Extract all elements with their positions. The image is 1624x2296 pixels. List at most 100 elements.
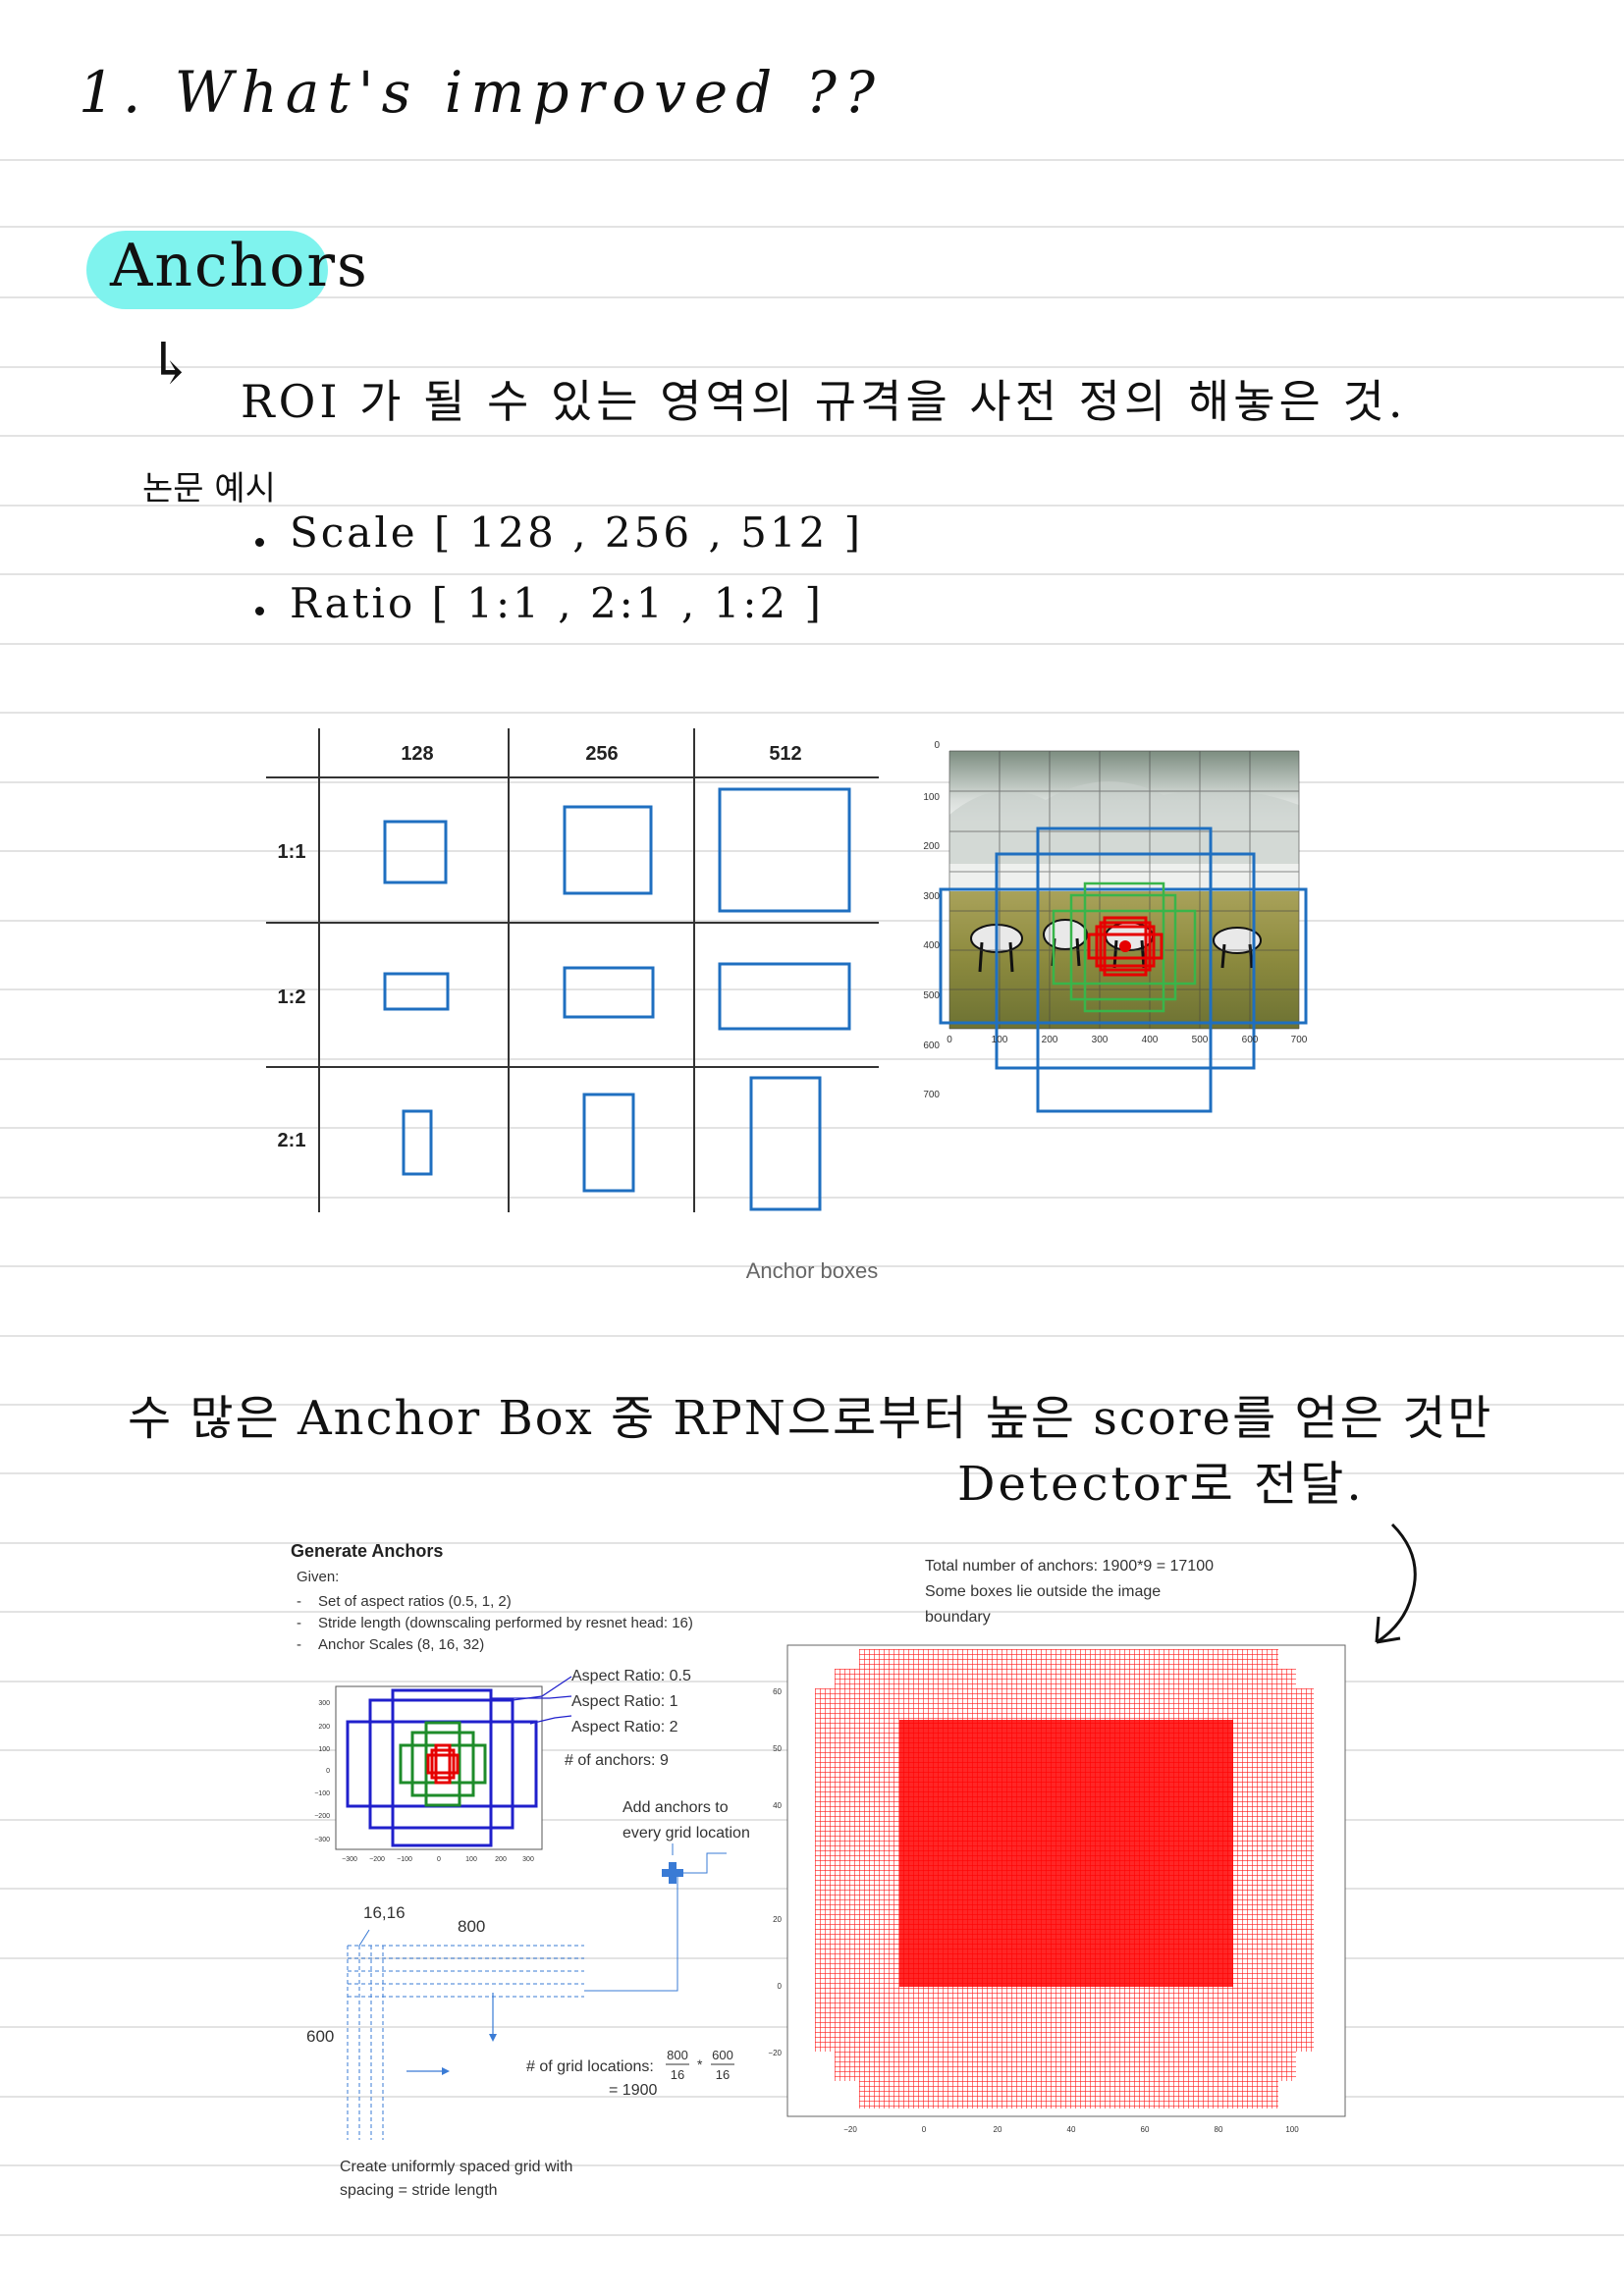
page-heading: 1. What's improved ?? [79,59,883,126]
total-anchors-text: Some boxes lie outside the image [925,1583,1161,1600]
handwritten-arrow-icon [1375,1522,1417,1644]
plus-icon [662,1862,683,1884]
times-symbol: * [697,2056,703,2072]
y-tick: 500 [923,990,940,1001]
y-tick: 700 [923,1090,940,1100]
anchor-box [749,1076,822,1211]
y-tick: 300 [318,1700,330,1707]
anchor-plot-small: 300 200 100 0 −100 −200 −300 −300 −200 −… [314,1685,543,1863]
grid-locations-label: # of grid locations: [526,2058,654,2075]
anchor-boxes-figure: 128 256 512 1:1 1:2 2:1 0 100 200 300 40… [221,707,1389,1256]
x-tick: −20 [843,2125,857,2134]
total-anchors-text: Total number of anchors: 1900*9 = 17100 [925,1558,1214,1575]
bullet-icon [255,538,264,547]
x-tick: 100 [992,1035,1008,1045]
x-tick: 400 [1142,1035,1159,1045]
y-tick: 200 [318,1724,330,1731]
anchor-box [563,966,655,1019]
detector-note: Detector로 전달. [957,1457,1365,1512]
anchor-box [563,805,653,895]
svg-text:-: - [297,1615,301,1631]
x-tick: −300 [342,1856,357,1863]
x-tick: −100 [397,1856,412,1863]
total-anchors-text: boundary [925,1609,991,1626]
add-anchors-text: every grid location [623,1825,750,1842]
column-header: 256 [585,743,618,765]
y-tick: 0 [934,740,940,751]
add-anchors-text: Add anchors to [623,1799,729,1816]
definition-text: ROI 가 될 수 있는 영역의 규격을 사전 정의 해놓은 것. [241,375,1407,428]
anchor-box [383,820,448,884]
y-tick: 60 [773,1687,782,1696]
legend-item: Aspect Ratio: 2 [571,1719,678,1735]
y-tick: −300 [314,1837,330,1843]
anchor-box [402,1109,433,1176]
x-tick: 20 [994,2125,1002,2134]
anchor-boxes-svg: 128 256 512 1:1 1:2 2:1 0 100 200 300 40… [266,728,1308,1212]
legend-item: Aspect Ratio: 0.5 [571,1668,691,1684]
x-tick: 0 [922,2125,927,2134]
x-tick: 0 [437,1856,441,1863]
y-tick: 40 [773,1801,782,1810]
create-grid-text: spacing = stride length [340,2182,498,2199]
generate-anchors-figure: Generate Anchors Given: - Set of aspect … [285,1522,1404,2209]
row-header: 2:1 [278,1130,306,1151]
y-tick: 50 [773,1744,782,1753]
fraction-denominator: 16 [716,2067,730,2082]
y-tick: 300 [923,891,940,902]
given-item: Stride length (downscaling performed by … [318,1615,693,1631]
all-anchors-plot: 60 50 40 20 0 −20 −20 0 20 40 60 80 100 [768,1644,1346,2134]
x-tick: 300 [1092,1035,1109,1045]
row-header: 1:2 [278,987,306,1008]
anchor-box [718,962,851,1031]
y-tick: 20 [773,1915,782,1924]
grid-locations-result: = 1900 [609,2082,657,2099]
x-tick: 500 [1192,1035,1209,1045]
given-item: Set of aspect ratios (0.5, 1, 2) [318,1593,512,1610]
x-tick: 40 [1067,2125,1076,2134]
column-header: 512 [769,743,801,765]
zebra-plot: 0 100 200 300 400 500 600 700 0 100 200 … [923,740,1308,1113]
given-item: Anchor Scales (8, 16, 32) [318,1636,484,1653]
x-tick: 80 [1215,2125,1223,2134]
y-tick: 100 [318,1746,330,1753]
row-header: 1:1 [278,841,306,863]
y-tick: 600 [923,1041,940,1051]
x-tick: 60 [1141,2125,1150,2134]
ratio-list: Ratio [ 1:1 , 2:1 , 1:2 ] [290,579,824,627]
y-tick: 400 [923,940,940,951]
diagram-title: Generate Anchors [291,1541,443,1561]
create-grid-text: Create uniformly spaced grid with [340,2159,572,2175]
svg-text:-: - [297,1636,301,1653]
grid-origin-label: 16,16 [363,1903,406,1922]
x-tick: 100 [465,1856,477,1863]
y-tick: −20 [768,2049,782,2057]
example-label: 논문 예시 [142,469,276,508]
scale-list: Scale [ 128 , 256 , 512 ] [290,508,864,557]
stride-grid [347,1945,584,2140]
given-label: Given: [297,1569,339,1585]
figure-caption: Anchor boxes [745,1258,879,1283]
fraction-denominator: 16 [671,2067,684,2082]
anchor-center-dot [1119,940,1131,952]
fraction-numerator: 800 [667,2048,688,2062]
section-title: Anchors [110,232,369,300]
grid-height-label: 600 [306,2027,334,2046]
y-tick: −100 [314,1790,330,1797]
anchor-box [718,787,851,913]
svg-text:-: - [297,1593,301,1610]
generate-anchors-svg: Generate Anchors Given: - Set of aspect … [291,1541,1346,2199]
y-tick: −200 [314,1813,330,1820]
x-tick: −200 [369,1856,385,1863]
x-tick: 200 [1042,1035,1058,1045]
anchor-box [383,972,450,1011]
y-tick: 0 [778,1982,783,1991]
anchor-count: # of anchors: 9 [565,1752,669,1769]
bullet-icon [255,607,264,615]
y-tick: 200 [923,841,940,852]
rpn-note: 수 많은 Anchor Box 중 RPN으로부터 높은 score를 얻은 것… [128,1391,1493,1446]
x-tick: 100 [1285,2125,1299,2134]
x-tick: 0 [947,1035,952,1045]
x-tick: 300 [522,1856,534,1863]
x-tick: 200 [495,1856,507,1863]
